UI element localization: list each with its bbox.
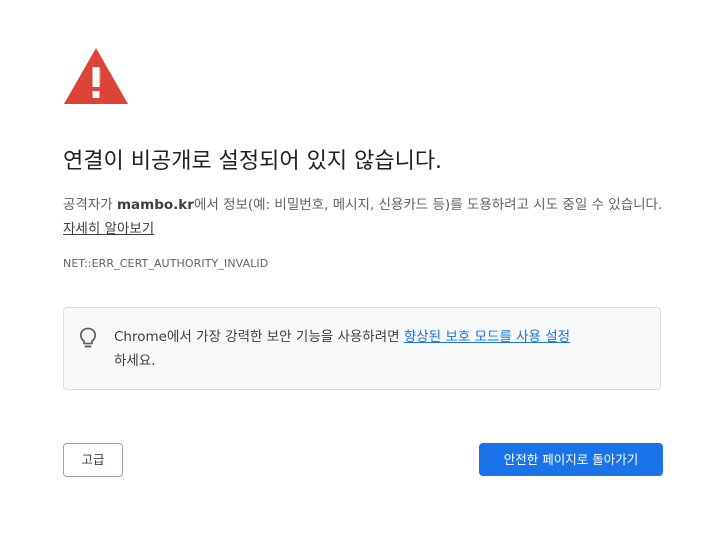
message-prefix: 공격자가	[63, 197, 117, 213]
tip-text-prefix: Chrome에서 가장 강력한 보안 기능을 사용하려면	[114, 329, 404, 345]
warning-triangle-icon	[64, 48, 128, 104]
tip-text: Chrome에서 가장 강력한 보안 기능을 사용하려면 향상된 보호 모드를 …	[114, 325, 654, 373]
ssl-interstitial-page: 연결이 비공개로 설정되어 있지 않습니다. 공격자가 mambo.kr에서 정…	[0, 0, 715, 535]
enhanced-protection-link[interactable]: 향상된 보호 모드를 사용 설정	[404, 329, 570, 345]
learn-more-link[interactable]: 자세히 알아보기	[63, 221, 154, 237]
advanced-button[interactable]: 고급	[63, 443, 123, 477]
tip-text-suffix: 하세요.	[114, 353, 156, 369]
enhanced-protection-tip: Chrome에서 가장 강력한 보안 기능을 사용하려면 향상된 보호 모드를 …	[63, 307, 661, 390]
lightbulb-icon	[79, 327, 97, 348]
page-title: 연결이 비공개로 설정되어 있지 않습니다.	[63, 149, 443, 174]
back-to-safety-button[interactable]: 안전한 페이지로 돌아가기	[479, 443, 663, 476]
main-message: 공격자가 mambo.kr에서 정보(예: 비밀번호, 메시지, 신용카드 등)…	[63, 193, 663, 241]
error-code: NET::ERR_CERT_AUTHORITY_INVALID	[63, 257, 269, 270]
domain-name: mambo.kr	[116, 197, 194, 213]
message-suffix: 에서 정보(예: 비밀번호, 메시지, 신용카드 등)를 도용하려고 시도 중일…	[193, 197, 663, 213]
